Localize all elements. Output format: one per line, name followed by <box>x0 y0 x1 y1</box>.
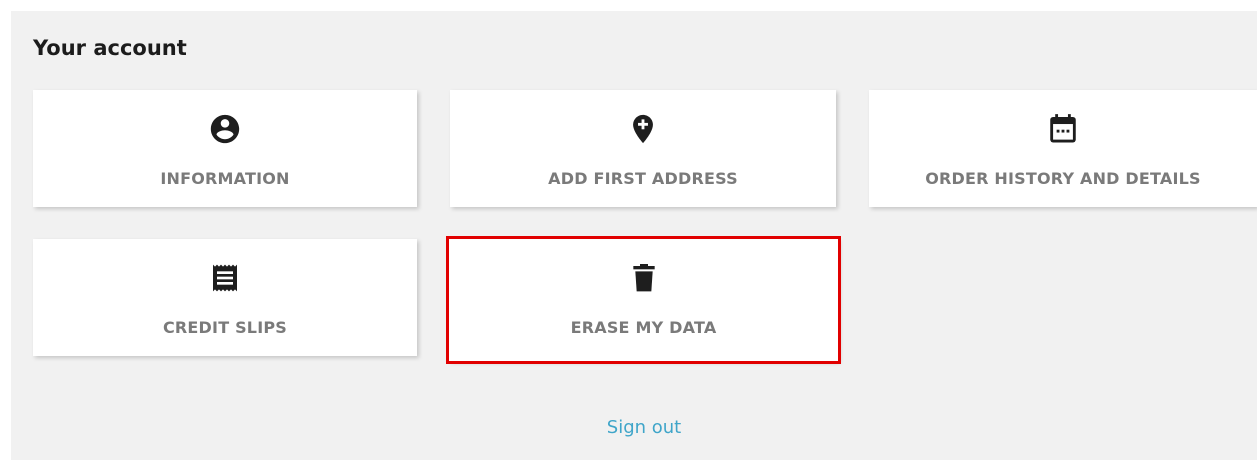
account-panel: Your account INFORMATION ADD FIRST ADDRE… <box>11 11 1257 460</box>
receipt-icon <box>33 260 417 296</box>
information-label: INFORMATION <box>160 169 290 188</box>
erase-my-data-link[interactable]: ERASE MY DATA <box>446 236 841 364</box>
order-history-label: ORDER HISTORY AND DETAILS <box>925 169 1201 188</box>
credit-slips-label: CREDIT SLIPS <box>162 318 288 337</box>
sign-out-link[interactable]: Sign out <box>11 417 1257 438</box>
add-first-address-label: ADD FIRST ADDRESS <box>548 169 738 188</box>
erase-my-data-label: ERASE MY DATA <box>570 318 717 337</box>
calendar-icon <box>869 111 1257 147</box>
add-first-address-link[interactable]: ADD FIRST ADDRESS <box>450 90 836 207</box>
trash-icon <box>449 260 838 296</box>
page-title: Your account <box>33 36 187 60</box>
account-circle-icon <box>33 111 417 147</box>
add-location-icon <box>450 111 836 147</box>
order-history-link[interactable]: ORDER HISTORY AND DETAILS <box>869 90 1257 207</box>
information-link[interactable]: INFORMATION <box>33 90 417 207</box>
credit-slips-link[interactable]: CREDIT SLIPS <box>33 239 417 356</box>
